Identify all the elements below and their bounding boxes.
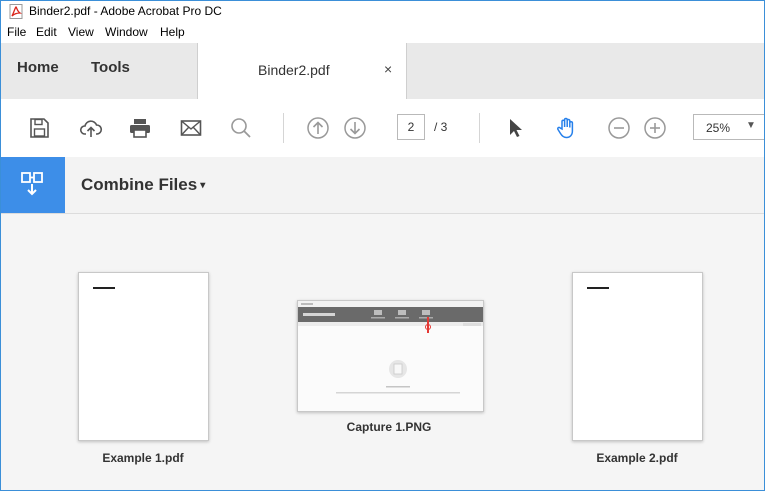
toolbar-divider	[479, 113, 480, 143]
zoom-in-icon[interactable]	[643, 116, 667, 140]
page-number-input[interactable]: 2	[397, 114, 425, 140]
acrobat-pdf-icon	[9, 4, 23, 19]
menu-help[interactable]: Help	[160, 25, 185, 39]
hand-tool-icon[interactable]	[554, 116, 578, 140]
page-total: / 3	[434, 120, 448, 134]
file-thumbnail[interactable]	[297, 300, 484, 412]
menu-file[interactable]: File	[7, 25, 26, 39]
tab-document[interactable]: Binder2.pdf ×	[197, 43, 407, 100]
window-title: Binder2.pdf - Adobe Acrobat Pro DC	[29, 4, 222, 18]
toolbar-divider	[283, 113, 284, 143]
file-list-area: Example 1.pdf Capture 1.PNG Example 2.pd…	[1, 214, 764, 490]
combine-files-bar: Combine Files ▾	[1, 157, 764, 214]
page-text-line	[587, 287, 609, 289]
combine-files-label: Combine Files	[81, 175, 198, 194]
file-name-label: Capture 1.PNG	[346, 420, 432, 434]
tab-home[interactable]: Home	[17, 59, 59, 76]
close-tab-icon[interactable]: ×	[384, 61, 392, 77]
file-thumbnail[interactable]	[572, 272, 703, 441]
combine-files-menu[interactable]: Combine Files ▾	[81, 175, 205, 195]
document-tab-label: Binder2.pdf	[258, 62, 330, 78]
next-page-icon[interactable]	[343, 116, 367, 140]
tab-tools[interactable]: Tools	[91, 59, 130, 76]
app-window: Binder2.pdf - Adobe Acrobat Pro DC File …	[0, 0, 765, 491]
screenshot-preview	[298, 301, 483, 411]
file-name-label: Example 1.pdf	[102, 451, 184, 465]
file-name-label: Example 2.pdf	[596, 451, 678, 465]
save-icon[interactable]	[27, 116, 51, 140]
tab-bar: Home Tools Binder2.pdf ×	[1, 43, 764, 100]
toolbar: 2 / 3 25% ▼	[1, 99, 764, 158]
menu-window[interactable]: Window	[105, 25, 148, 39]
menu-edit[interactable]: Edit	[36, 25, 57, 39]
previous-page-icon[interactable]	[306, 116, 330, 140]
zoom-value: 25%	[706, 121, 731, 135]
chevron-down-icon[interactable]: ▼	[746, 120, 756, 131]
email-icon[interactable]	[179, 116, 203, 140]
select-cursor-icon[interactable]	[504, 116, 528, 140]
page-text-line	[93, 287, 115, 289]
zoom-out-icon[interactable]	[607, 116, 631, 140]
search-icon[interactable]	[229, 116, 253, 140]
file-thumbnail[interactable]	[78, 272, 209, 441]
caret-down-icon: ▾	[200, 180, 206, 191]
menu-bar: File Edit View Window Help	[1, 23, 764, 43]
title-bar: Binder2.pdf - Adobe Acrobat Pro DC	[1, 1, 764, 23]
combine-files-icon	[21, 172, 43, 196]
print-icon[interactable]	[128, 116, 152, 140]
zoom-select[interactable]: 25% ▼	[693, 114, 764, 140]
cloud-upload-icon[interactable]	[79, 116, 103, 140]
combine-tool-panel[interactable]	[1, 157, 65, 213]
menu-view[interactable]: View	[68, 25, 94, 39]
